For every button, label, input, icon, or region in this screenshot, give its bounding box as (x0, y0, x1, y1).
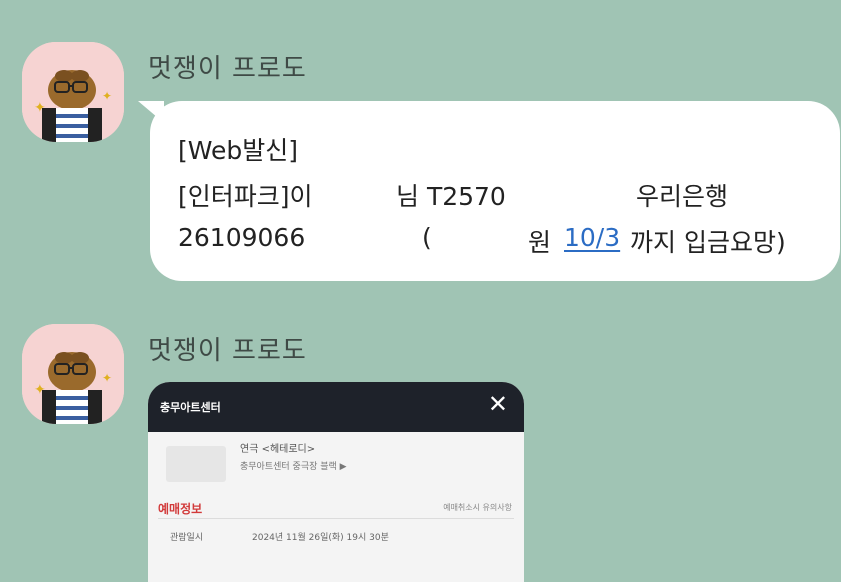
venue-name: 충무아트센터 중극장 블랙 ▶ (240, 462, 347, 472)
line3-part-d: 까지 입금요망) (630, 228, 786, 257)
row-label: 관람일시 (170, 533, 204, 543)
line3-part-a: 26109066 (178, 223, 306, 252)
message-line-1: [Web발신] (178, 136, 299, 165)
row-value: 2024년 11월 26일(화) 19시 30분 (252, 533, 389, 543)
svg-text:✦: ✦ (34, 100, 46, 116)
divider (158, 518, 514, 519)
date-link[interactable]: 10/3 (564, 223, 620, 252)
frodo-character-icon: ✦ ✦ (22, 42, 124, 142)
show-title: 연극 <헤테로디> (240, 444, 316, 455)
line2-part-a: [인터파크]이 (178, 182, 313, 211)
frodo-character-icon: ✦ ✦ (22, 324, 124, 424)
sender-name: 멋쟁이 프로도 (148, 336, 307, 366)
line3-part-b: ( (422, 223, 432, 252)
card-title: 충무아트센터 (160, 401, 221, 414)
line2-part-b: 님 T2570 (396, 182, 506, 211)
line3-part-c: 원 (528, 228, 552, 257)
card-header: 충무아트센터 ✕ (148, 382, 524, 432)
message-line-2: [인터파크]이 님 T2570 우리은행 (178, 177, 778, 211)
line2-part-c: 우리은행 (636, 182, 729, 211)
section-note: 예매취소시 유의사항 (443, 503, 512, 512)
section-title: 예매정보 (158, 502, 203, 516)
sender-avatar[interactable]: ✦ ✦ (22, 42, 124, 142)
card-body: 연극 <헤테로디> 충무아트센터 중극장 블랙 ▶ 예매정보 예매취소시 유의사… (148, 432, 524, 582)
sender-name: 멋쟁이 프로도 (148, 54, 307, 84)
image-message[interactable]: 충무아트센터 ✕ 연극 <헤테로디> 충무아트센터 중극장 블랙 ▶ 예매정보 … (148, 382, 524, 582)
svg-text:✦: ✦ (34, 382, 46, 398)
svg-text:✦: ✦ (102, 89, 112, 103)
svg-text:✦: ✦ (102, 371, 112, 385)
message-line-3: 26109066 ( 원 10/3 까지 입금요망) (178, 223, 818, 257)
poster-thumbnail (166, 446, 226, 482)
close-icon: ✕ (487, 390, 508, 418)
sender-avatar[interactable]: ✦ ✦ (22, 324, 124, 424)
